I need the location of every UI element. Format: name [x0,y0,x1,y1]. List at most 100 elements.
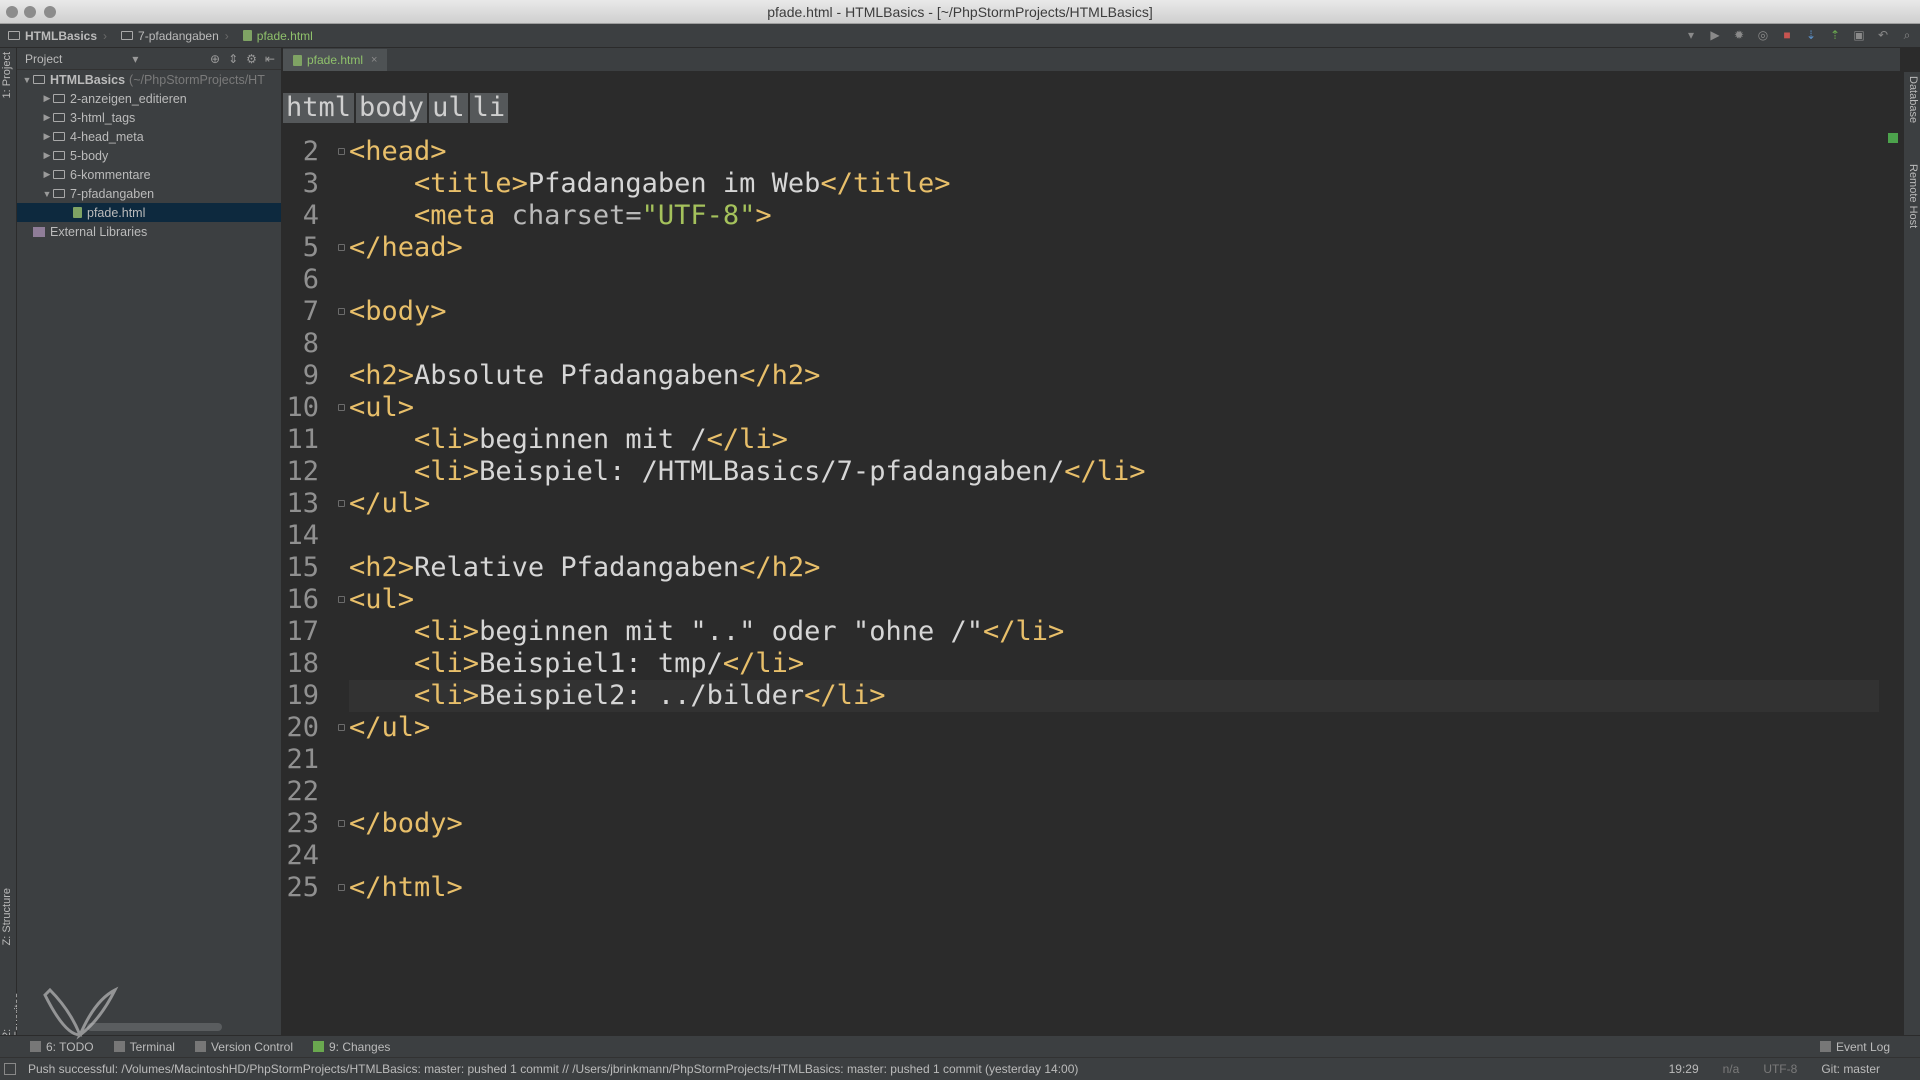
fold-marker[interactable] [337,232,347,264]
code-line[interactable]: <h2>Relative Pfadangaben</h2> [349,552,1879,584]
code-line[interactable]: </head> [349,232,1879,264]
scroll-from-source-icon[interactable]: ⊕ [210,52,220,66]
expanded-arrow-icon[interactable]: ▼ [21,75,33,85]
code-line[interactable]: </ul> [349,488,1879,520]
fold-marker[interactable] [337,584,347,616]
fold-marker[interactable] [337,296,347,328]
tree-item[interactable]: ▶ 4-head_meta [17,127,281,146]
structure-tool-tab[interactable]: Z: Structure [1,888,13,945]
breadcrumb-li[interactable]: li [469,93,509,123]
code-line[interactable]: </body> [349,808,1879,840]
tool-label: 9: Changes [328,1039,391,1054]
fold-marker[interactable] [337,136,347,168]
code-line[interactable] [349,776,1879,808]
toggle-tool-windows-icon[interactable] [4,1063,16,1075]
code-line[interactable]: <meta charset="UTF-8"> [349,200,1879,232]
nav-crumb-label: 7-pfadangaben [138,28,219,43]
code-line[interactable]: <li>Beispiel: /HTMLBasics/7-pfadangaben/… [349,456,1879,488]
code-line[interactable]: <body> [349,296,1879,328]
nav-crumb-project[interactable]: HTMLBasics › [0,29,113,43]
code-line[interactable] [349,328,1879,360]
code-line[interactable]: <li>beginnen mit /</li> [349,424,1879,456]
vcs-commit-icon[interactable]: ⇡ [1826,26,1844,44]
editor-tab-pfade-html[interactable]: pfade.html × [283,49,388,71]
expanded-arrow-icon[interactable]: ▼ [41,189,53,199]
code-line[interactable] [349,520,1879,552]
code-line[interactable]: <ul> [349,392,1879,424]
tree-item[interactable]: ▼ 7-pfadangaben [17,184,281,203]
tree-item[interactable]: ▶ 3-html_tags [17,108,281,127]
collapsed-arrow-icon[interactable]: ▶ [41,169,53,180]
tree-item[interactable]: pfade.html [17,203,281,222]
code-line[interactable]: </html> [349,872,1879,904]
event-log-button[interactable]: Event Log [1810,1040,1920,1054]
encoding-status[interactable]: UTF-8 [1763,1062,1797,1076]
version-control-tool-button[interactable]: Version Control [185,1040,303,1054]
line-number: 2 [302,136,319,167]
tree-item[interactable]: ▶ 5-body [17,146,281,165]
changes-tool-button[interactable]: 9: Changes [303,1040,400,1054]
line-separator-status[interactable]: n/a [1723,1062,1740,1076]
breadcrumb-body[interactable]: body [356,93,428,123]
fold-marker [337,424,347,456]
code-line[interactable]: <ul> [349,584,1879,616]
search-icon[interactable]: ⌕ [1898,26,1916,44]
close-icon[interactable]: × [371,54,377,66]
run-icon[interactable]: ▶ [1706,26,1724,44]
code-line[interactable] [349,840,1879,872]
code-line[interactable]: <title>Pfadangaben im Web</title> [349,168,1879,200]
caret-position[interactable]: 19:29 [1669,1062,1699,1076]
code-editor[interactable]: <head> <title>Pfadangaben im Web</title>… [349,136,1879,904]
code-line[interactable]: <li>Beispiel1: tmp/</li> [349,648,1879,680]
revert-icon[interactable]: ↶ [1874,26,1892,44]
fold-marker[interactable] [337,712,347,744]
nav-crumb-folder[interactable]: 7-pfadangaben › [113,29,235,43]
collapsed-arrow-icon[interactable]: ▶ [41,112,53,123]
code-line[interactable] [349,264,1879,296]
project-tree: ▼ HTMLBasics (~/PhpStormProjects/HT ▶ 2-anze… [17,70,281,241]
nav-crumb-file[interactable]: pfade.html [235,29,319,43]
collapsed-arrow-icon[interactable]: ▶ [41,93,53,104]
folder-icon [53,94,65,103]
remote-host-tool-tab[interactable]: Remote Host [1907,164,1919,228]
code-line[interactable]: <li>beginnen mit ".." oder "ohne /"</li> [349,616,1879,648]
breadcrumb-html[interactable]: html [283,93,355,123]
collapsed-arrow-icon[interactable]: ▶ [41,150,53,161]
nav-crumb-label: HTMLBasics [25,28,98,43]
code-line[interactable] [349,744,1879,776]
vcs-compare-icon[interactable]: ▣ [1850,26,1868,44]
project-view-selector[interactable]: Project [25,52,62,66]
code-line[interactable]: <h2>Absolute Pfadangaben</h2> [349,360,1879,392]
fold-marker[interactable] [337,488,347,520]
todo-tool-button[interactable]: 6: TODO [20,1040,104,1054]
chevron-down-icon[interactable]: ▾ [132,52,138,66]
project-tool-tab[interactable]: 1: Project [1,52,13,98]
coverage-icon[interactable]: ◎ [1754,26,1772,44]
run-config-dropdown-icon[interactable]: ▾ [1682,26,1700,44]
git-branch-status[interactable]: Git: master [1821,1062,1880,1076]
tree-item[interactable]: ▼ HTMLBasics (~/PhpStormProjects/HT [17,70,281,89]
tree-item[interactable]: ▶ 6-kommentare [17,165,281,184]
hide-panel-icon[interactable]: ⇤ [265,52,275,66]
tree-item[interactable]: ▶ 2-anzeigen_editieren [17,89,281,108]
line-number: 19 [286,680,319,711]
database-tool-tab[interactable]: Database [1907,76,1919,123]
code-line[interactable]: </ul> [349,712,1879,744]
fold-marker[interactable] [337,808,347,840]
collapsed-arrow-icon[interactable]: ▶ [41,131,53,142]
status-message[interactable]: Push successful: /Volumes/MacintoshHD/Ph… [28,1062,1078,1076]
fold-marker[interactable] [337,872,347,904]
debug-icon[interactable]: ✹ [1730,26,1748,44]
tree-item[interactable]: External Libraries [17,222,281,241]
code-line[interactable]: <li>Beispiel2: ../bilder</li> [349,680,1879,712]
breadcrumb-ul[interactable]: ul [429,93,468,123]
fold-marker[interactable] [337,392,347,424]
gear-icon[interactable]: ⚙ [246,52,257,66]
fold-marker [337,552,347,584]
vcs-update-icon[interactable]: ⇣ [1802,26,1820,44]
terminal-tool-button[interactable]: Terminal [104,1040,185,1054]
editor-vertical-scrollbar[interactable] [1886,96,1900,1041]
code-line[interactable]: <head> [349,136,1879,168]
stop-icon[interactable]: ■ [1778,26,1796,44]
collapse-all-icon[interactable]: ⇕ [228,52,238,66]
